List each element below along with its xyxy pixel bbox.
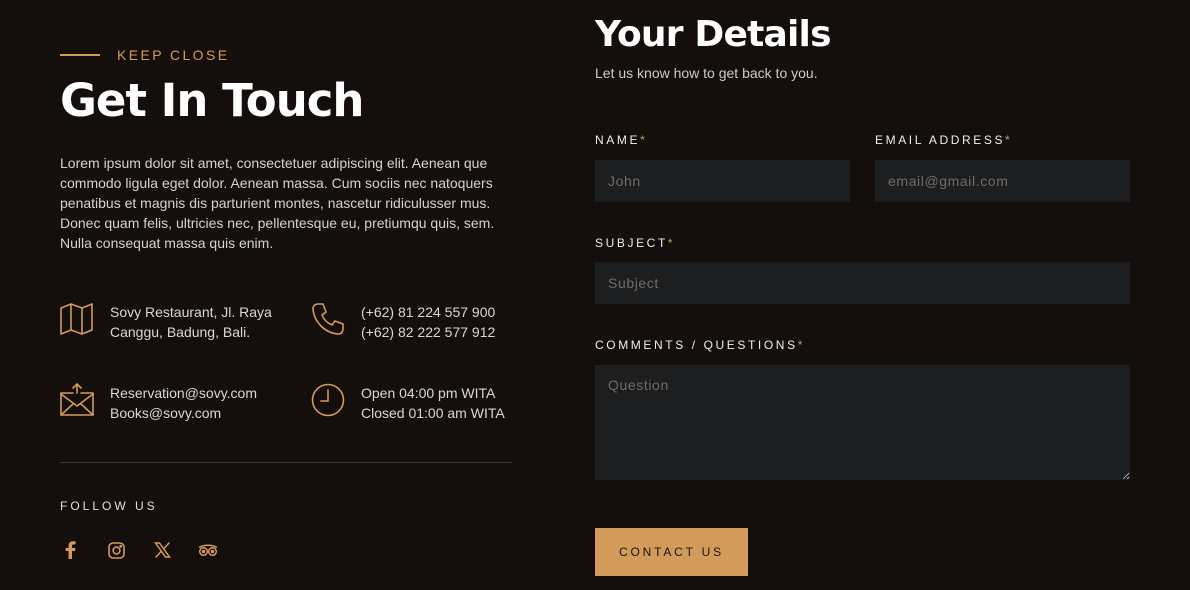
- x-icon[interactable]: [152, 540, 172, 560]
- required-mark: *: [1005, 133, 1013, 147]
- address-line-1: Sovy Restaurant, Jl. Raya: [110, 304, 272, 320]
- clock-icon: [311, 383, 345, 417]
- email-label: EMAIL ADDRESS*: [875, 133, 1012, 147]
- eyebrow-divider-line: [60, 54, 100, 56]
- address-line-2: Canggu, Badung, Bali.: [110, 324, 251, 340]
- form-title: Your Details: [595, 14, 832, 55]
- contact-us-button[interactable]: CONTACT US: [595, 528, 748, 576]
- email-item: Reservation@sovy.com Books@sovy.com: [60, 383, 257, 423]
- subject-label-text: SUBJECT: [595, 236, 668, 250]
- subject-input[interactable]: [595, 262, 1130, 304]
- subject-label: SUBJECT*: [595, 236, 675, 250]
- eyebrow-label: KEEP CLOSE: [117, 47, 230, 63]
- eyebrow-row: KEEP CLOSE: [60, 47, 229, 63]
- name-input[interactable]: [595, 160, 850, 202]
- address-item: Sovy Restaurant, Jl. Raya Canggu, Badung…: [60, 302, 272, 342]
- required-mark: *: [667, 236, 676, 250]
- name-label-text: NAME: [595, 133, 641, 147]
- required-mark: *: [640, 133, 648, 147]
- phone-icon: [311, 302, 345, 336]
- social-links: [60, 540, 244, 560]
- phone-line-2[interactable]: (+62) 82 222 577 912: [361, 322, 495, 342]
- name-label: NAME*: [595, 133, 647, 147]
- email-label-text: EMAIL ADDRESS: [875, 133, 1006, 147]
- comments-textarea[interactable]: [595, 365, 1130, 480]
- contact-heading: Get In Touch: [60, 74, 364, 127]
- section-divider: [60, 462, 512, 463]
- phone-line-1[interactable]: (+62) 81 224 557 900: [361, 302, 495, 322]
- envelope-icon: [60, 383, 94, 417]
- facebook-icon[interactable]: [60, 540, 80, 560]
- follow-us-label: FOLLOW US: [60, 499, 158, 513]
- form-subtitle: Let us know how to get back to you.: [595, 65, 818, 81]
- contact-intro-text: Lorem ipsum dolor sit amet, consectetuer…: [60, 155, 495, 251]
- comments-label-text: COMMENTS / QUESTIONS: [595, 338, 798, 352]
- phone-item: (+62) 81 224 557 900 (+62) 82 222 577 91…: [311, 302, 495, 342]
- comments-label: COMMENTS / QUESTIONS*: [595, 338, 805, 352]
- tripadvisor-icon[interactable]: [198, 540, 218, 560]
- email-input[interactable]: [875, 160, 1130, 202]
- required-mark: *: [797, 338, 805, 352]
- email-line-1[interactable]: Reservation@sovy.com: [110, 383, 257, 403]
- instagram-icon[interactable]: [106, 540, 126, 560]
- map-icon: [60, 302, 94, 336]
- email-line-2[interactable]: Books@sovy.com: [110, 403, 257, 423]
- hours-item: Open 04:00 pm WITA Closed 01:00 am WITA: [311, 383, 505, 423]
- hours-line-1: Open 04:00 pm WITA: [361, 385, 496, 401]
- hours-line-2: Closed 01:00 am WITA: [361, 405, 505, 421]
